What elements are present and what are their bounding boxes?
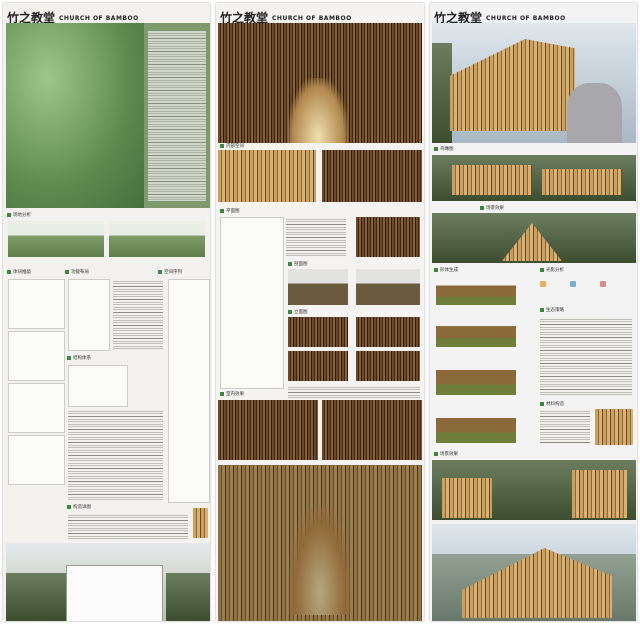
section-elevation: 立面图: [288, 309, 308, 315]
site-description: [148, 31, 206, 201]
board-2: 竹之教堂 CHURCH OF BAMBOO 内部空间 平面图 剖面图 立面图 室内…: [216, 3, 424, 621]
detail-render: [356, 217, 420, 257]
section-site-render: 场景效果: [434, 451, 458, 457]
section-site-analysis: 场地分析: [7, 212, 31, 218]
elevation-text: [288, 385, 420, 399]
section-material: 材料构造: [540, 401, 564, 407]
eco-text: [540, 317, 632, 397]
visitor-silhouettes: [567, 83, 622, 143]
interior-render-right: [322, 400, 422, 460]
section-plan: 平面图: [220, 208, 240, 214]
board-1: 竹之教堂 CHURCH OF BAMBOO 场地分析 体块推敲 功能布局 空间序列…: [3, 3, 210, 621]
section-light: 光影分析: [540, 267, 564, 273]
trees-left: [6, 573, 66, 621]
material-photo: [595, 409, 633, 445]
exterior-trees: [432, 43, 452, 143]
aerial-church-2: [542, 169, 622, 195]
section-massing: 体块推敲: [7, 269, 31, 275]
function-text: [113, 279, 163, 349]
form-step-3: [436, 359, 516, 395]
plan-drawings: [220, 217, 284, 389]
church-exterior: [450, 39, 575, 131]
elevation-drawing-1: [288, 317, 348, 347]
section-sequence: 空间序列: [158, 269, 182, 275]
elevation-drawing-2: [356, 317, 420, 347]
bamboo-detail-photo: [193, 508, 208, 538]
scene-render: [432, 213, 636, 263]
plan-text: [286, 217, 346, 257]
nave-light: [288, 505, 352, 615]
section-interior-effect: 室内效果: [220, 391, 244, 397]
interior-render-left: [218, 400, 318, 460]
light-node-2: [570, 281, 576, 287]
section-drawing-2: [356, 269, 420, 305]
section-eco: 生态策略: [540, 307, 564, 313]
section-interior: 内部空间: [220, 143, 244, 149]
section-section: 剖面图: [288, 261, 308, 267]
section-detail: 构造详图: [67, 504, 91, 510]
detail-text: [68, 513, 188, 539]
section-structure: 结构体系: [67, 355, 91, 361]
structure-sketch: [68, 365, 128, 407]
exploded-axonometric: [168, 279, 210, 503]
site-render: [432, 460, 636, 520]
light-diagram: [540, 277, 630, 305]
site-church-2: [572, 470, 627, 518]
interior-photo-1: [218, 150, 316, 202]
light-node-3: [600, 281, 606, 287]
board-3: 竹之教堂 CHURCH OF BAMBOO 鸟瞰图 场景效果 形体生成 光影分析 …: [430, 3, 637, 621]
form-step-4: [436, 407, 516, 443]
site-map: [6, 23, 144, 208]
elevation-drawing-3: [288, 351, 348, 381]
form-step-1: [436, 277, 516, 305]
interior-render-top: [218, 23, 422, 143]
exterior-render: [432, 23, 636, 143]
hand-sketch: [68, 279, 110, 351]
interior-light: [288, 78, 348, 143]
trees-right: [166, 573, 210, 621]
church-elevation: [66, 565, 163, 621]
terrain-section-1: [8, 221, 104, 257]
structure-text: [68, 409, 163, 501]
final-render: [432, 524, 636, 621]
terrain-section-2: [109, 221, 205, 257]
nave-render: [218, 465, 422, 621]
aerial-render-1: [432, 155, 636, 201]
scene-church: [502, 223, 562, 261]
elevation-drawing-4: [356, 351, 420, 381]
aerial-church-1: [452, 165, 532, 195]
massing-diagram-3: [8, 383, 65, 433]
section-form: 形体生成: [434, 267, 458, 273]
massing-diagram-1: [8, 279, 65, 329]
material-text: [540, 409, 590, 445]
site-text-panel: [144, 23, 210, 208]
massing-diagram-4: [8, 435, 65, 485]
section-scene: 场景效果: [480, 205, 504, 211]
elevation-render: [6, 543, 210, 621]
section-drawing-1: [288, 269, 348, 305]
interior-photo-2: [322, 150, 422, 202]
form-step-2: [436, 317, 516, 347]
site-church-1: [442, 478, 492, 518]
light-node-1: [540, 281, 546, 287]
section-aerial: 鸟瞰图: [434, 146, 454, 152]
massing-diagram-2: [8, 331, 65, 381]
section-function: 功能布局: [65, 269, 89, 275]
